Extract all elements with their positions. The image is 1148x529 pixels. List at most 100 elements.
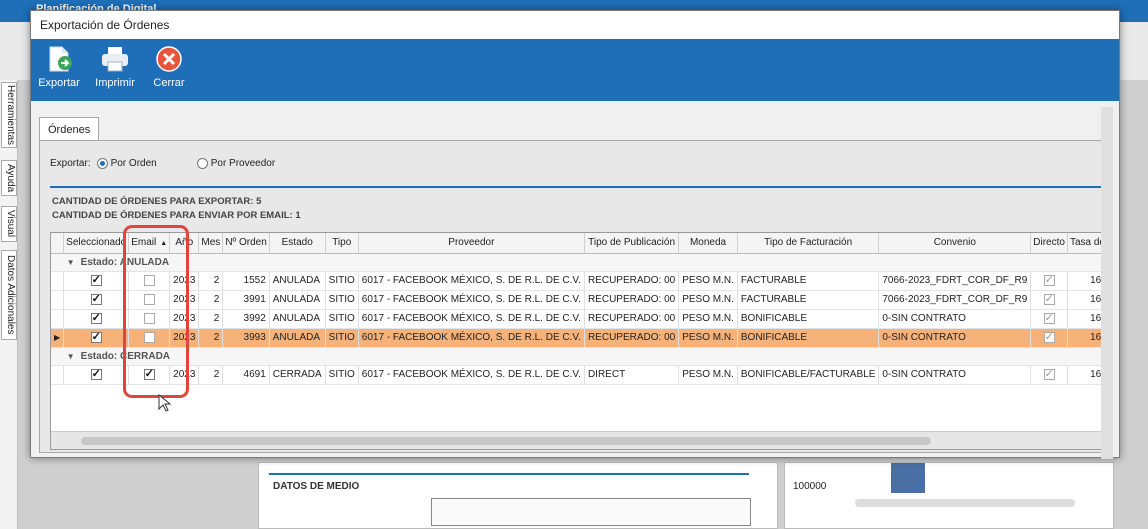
cell-moneda: PESO M.N. — [678, 271, 738, 291]
seleccionado-checkbox[interactable] — [90, 367, 102, 380]
cell-mes: 2 — [198, 328, 224, 348]
cell-proveedor: 6017 - FACEBOOK MÉXICO, S. DE R.L. DE C.… — [358, 365, 585, 385]
cell-estado: CERRADA — [269, 365, 326, 385]
vertical-scrollbar[interactable] — [1101, 107, 1113, 459]
cell-seleccionado[interactable] — [63, 365, 130, 385]
cell-seleccionado[interactable] — [63, 271, 130, 291]
group-row[interactable]: ▼ Estado: CERRADA — [51, 347, 1106, 366]
cell-mes: 2 — [198, 271, 224, 291]
orders-grid: Seleccionado Email ▲ Año Mes Nº Orden Est… — [50, 232, 1107, 450]
chart-scrollbar[interactable] — [855, 499, 1075, 507]
row-indicator — [51, 365, 65, 385]
cell-tipo-publicacion: DIRECT — [584, 365, 680, 385]
cell-numero-orden: 1552 — [222, 271, 270, 291]
header-convenio[interactable]: Convenio — [878, 233, 1032, 254]
mouse-cursor-icon — [158, 393, 172, 412]
directo-checkbox — [1043, 330, 1055, 343]
export-options-label: Exportar: — [50, 158, 91, 169]
header-tipo-facturacion[interactable]: Tipo de Facturación — [737, 233, 880, 254]
header-estado[interactable]: Estado — [269, 233, 326, 254]
cell-convenio: 0-SIN CONTRATO — [878, 365, 1032, 385]
cell-estado: ANULADA — [269, 328, 326, 348]
radio-por-proveedor[interactable] — [196, 158, 208, 169]
table-row[interactable]: 202321552ANULADASITIO6017 - FACEBOOK MÉX… — [51, 271, 1106, 291]
expand-collapse-icon[interactable]: ▼ — [67, 352, 75, 361]
radio-por-proveedor-label[interactable]: Por Proveedor — [211, 158, 275, 169]
side-tab-datos-adicionales[interactable]: Datos Adicionales — [1, 250, 17, 340]
export-options: Exportar: Por Orden Por Proveedor — [50, 158, 275, 169]
cell-moneda: PESO M.N. — [678, 309, 738, 329]
cell-directo — [1030, 309, 1068, 329]
cell-seleccionado[interactable] — [63, 328, 130, 348]
printer-icon — [100, 45, 130, 73]
expand-collapse-icon[interactable]: ▼ — [67, 258, 75, 267]
cell-mes: 2 — [198, 365, 224, 385]
export-button[interactable]: Exportar — [31, 43, 87, 99]
side-tab-visual[interactable]: Visual — [1, 206, 17, 242]
header-moneda[interactable]: Moneda — [678, 233, 738, 254]
cell-estado: ANULADA — [269, 290, 326, 310]
grid-header-row: Seleccionado Email ▲ Año Mes Nº Orden Est… — [51, 233, 1106, 254]
cell-directo — [1030, 290, 1068, 310]
header-mes[interactable]: Mes — [198, 233, 224, 254]
cell-tipo-publicacion: RECUPERADO: 00 — [584, 271, 680, 291]
tab-strip: Órdenes — [39, 117, 100, 142]
cell-proveedor: 6017 - FACEBOOK MÉXICO, S. DE R.L. DE C.… — [358, 309, 585, 329]
row-indicator — [51, 271, 65, 291]
close-label: Cerrar — [153, 77, 185, 89]
cell-mes: 2 — [198, 290, 224, 310]
cell-convenio: 7066-2023_FDRT_COR_DF_R9 — [878, 271, 1032, 291]
dialog-body: Órdenes Exportar: Por Orden Por Proveedo… — [31, 101, 1119, 457]
horizontal-scrollbar[interactable] — [81, 437, 931, 445]
radio-por-orden[interactable] — [96, 158, 108, 169]
ordenes-panel: Exportar: Por Orden Por Proveedor CANTID… — [39, 140, 1110, 453]
blue-separator — [50, 186, 1110, 188]
cell-tipo-facturacion: FACTURABLE — [737, 271, 880, 291]
cell-proveedor: 6017 - FACEBOOK MÉXICO, S. DE R.L. DE C.… — [358, 290, 585, 310]
dialog-title: Exportación de Órdenes — [31, 11, 1119, 39]
seleccionado-checkbox[interactable] — [90, 292, 102, 305]
cell-convenio: 0-SIN CONTRATO — [878, 328, 1032, 348]
section-divider — [269, 473, 749, 475]
close-button[interactable]: Cerrar — [141, 43, 197, 99]
radio-por-orden-label[interactable]: Por Orden — [111, 158, 157, 169]
table-row[interactable]: 202323991ANULADASITIO6017 - FACEBOOK MÉX… — [51, 290, 1106, 310]
print-label: Imprimir — [95, 77, 135, 89]
header-indicator — [51, 233, 65, 254]
table-row[interactable]: 202323992ANULADASITIO6017 - FACEBOOK MÉX… — [51, 309, 1106, 329]
header-seleccionado[interactable]: Seleccionado — [63, 233, 130, 254]
seleccionado-checkbox[interactable] — [90, 311, 102, 324]
print-button[interactable]: Imprimir — [87, 43, 143, 99]
header-proveedor[interactable]: Proveedor — [358, 233, 585, 254]
table-row[interactable]: 202324691CERRADASITIO6017 - FACEBOOK MÉX… — [51, 365, 1106, 385]
cell-numero-orden: 3991 — [222, 290, 270, 310]
table-row[interactable]: ▶202323993ANULADASITIO6017 - FACEBOOK MÉ… — [51, 328, 1106, 348]
header-tipo-publicacion[interactable]: Tipo de Publicación — [584, 233, 680, 254]
header-directo[interactable]: Directo — [1030, 233, 1068, 254]
group-label[interactable]: ▼ Estado: ANULADA — [63, 253, 1106, 272]
group-row[interactable]: ▼ Estado: ANULADA — [51, 253, 1106, 272]
directo-checkbox — [1043, 292, 1055, 305]
seleccionado-checkbox[interactable] — [90, 273, 102, 286]
seleccionado-checkbox[interactable] — [90, 330, 102, 343]
side-tab-ayuda[interactable]: Ayuda — [1, 160, 17, 196]
directo-checkbox — [1043, 311, 1055, 324]
tab-ordenes[interactable]: Órdenes — [39, 117, 100, 142]
cell-seleccionado[interactable] — [63, 309, 130, 329]
side-tab-herramientas[interactable]: Herramientas — [1, 82, 17, 148]
cell-directo — [1030, 328, 1068, 348]
cell-tipo: SITIO — [325, 271, 359, 291]
group-indicator — [51, 347, 64, 366]
header-tipo[interactable]: Tipo — [325, 233, 359, 254]
cell-seleccionado[interactable] — [63, 290, 130, 310]
header-numero-orden[interactable]: Nº Orden — [222, 233, 270, 254]
cell-mes: 2 — [198, 309, 224, 329]
datos-de-medio-title: DATOS DE MEDIO — [273, 481, 360, 492]
cell-numero-orden: 4691 — [222, 365, 270, 385]
cell-tipo-publicacion: RECUPERADO: 00 — [584, 309, 680, 329]
grid-footer — [51, 431, 1106, 449]
group-label[interactable]: ▼ Estado: CERRADA — [63, 347, 1106, 366]
cell-tipo: SITIO — [325, 365, 359, 385]
medio-field[interactable] — [431, 498, 751, 526]
export-label: Exportar — [38, 77, 80, 89]
